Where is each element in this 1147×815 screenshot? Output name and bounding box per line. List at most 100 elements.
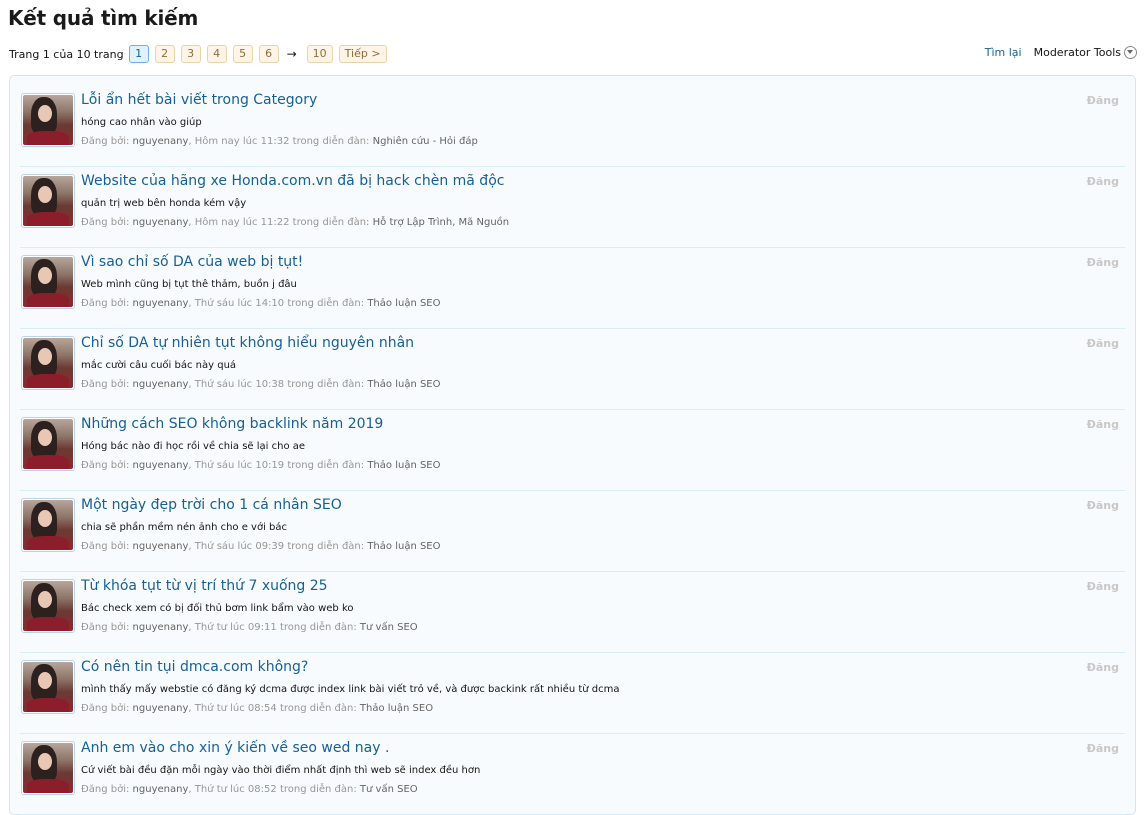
result-author-link[interactable]: nguyenany: [133, 541, 189, 552]
avatar-face: [38, 105, 52, 122]
moderator-tools-menu[interactable]: Moderator Tools: [1034, 46, 1137, 59]
search-result-item: Anh em vào cho xin ý kiến về seo wed nay…: [20, 734, 1125, 815]
page-link-1[interactable]: 1: [128, 45, 149, 63]
in-forum-label: trong diễn đàn:: [279, 622, 357, 633]
result-forum-link[interactable]: Thảo luận SEO: [367, 379, 440, 390]
posted-by-label: Đăng bởi:: [81, 217, 130, 228]
content-type-badge: Đăng: [1086, 499, 1119, 512]
result-forum-link[interactable]: Thảo luận SEO: [367, 460, 440, 471]
result-forum-link[interactable]: Tư vấn SEO: [360, 784, 418, 795]
result-meta: Đăng bởi: nguyenany, Thứ sáu lúc 09:39 t…: [81, 541, 441, 552]
avatar-clothing: [27, 617, 69, 631]
in-forum-label: trong diễn đàn:: [292, 136, 370, 147]
result-author-link[interactable]: nguyenany: [133, 622, 189, 633]
result-title-link[interactable]: Những cách SEO không backlink năm 2019: [81, 416, 383, 432]
result-time: , Thứ tư lúc 08:54: [188, 703, 277, 714]
result-author-link[interactable]: nguyenany: [133, 217, 189, 228]
page-link-3[interactable]: 3: [180, 45, 201, 63]
in-forum-label: trong diễn đàn:: [279, 703, 357, 714]
avatar-clothing: [27, 536, 69, 550]
next-page-button[interactable]: Tiếp >: [338, 45, 387, 63]
result-forum-link[interactable]: Tư vấn SEO: [360, 622, 418, 633]
avatar-clothing: [27, 779, 69, 793]
avatar-face: [38, 510, 52, 527]
find-again-link[interactable]: Tìm lại: [985, 46, 1022, 59]
result-author-link[interactable]: nguyenany: [133, 784, 189, 795]
result-title-link[interactable]: Một ngày đẹp trời cho 1 cá nhân SEO: [81, 497, 342, 513]
result-title-link[interactable]: Website của hãng xe Honda.com.vn đã bị h…: [81, 173, 504, 189]
result-snippet[interactable]: Bác check xem có bị đối thủ bơm link bẩm…: [81, 603, 354, 614]
result-snippet[interactable]: chia sẽ phần mềm nén ảnh cho e với bác: [81, 522, 287, 533]
avatar[interactable]: [21, 255, 75, 309]
result-meta: Đăng bởi: nguyenany, Thứ tư lúc 08:52 tr…: [81, 784, 418, 795]
avatar-image: [23, 581, 73, 631]
result-title-link[interactable]: Lỗi ẩn hết bài viết trong Category: [81, 92, 317, 108]
result-author-link[interactable]: nguyenany: [133, 136, 189, 147]
in-forum-label: trong diễn đàn:: [287, 298, 365, 309]
page-link-2[interactable]: 2: [154, 45, 175, 63]
search-results-panel: Lỗi ẩn hết bài viết trong Category hóng c…: [9, 75, 1136, 815]
avatar[interactable]: [21, 336, 75, 390]
result-snippet[interactable]: quản trị web bên honda kém vậy: [81, 198, 246, 209]
result-meta: Đăng bởi: nguyenany, Hôm nay lúc 11:22 t…: [81, 217, 509, 228]
result-snippet[interactable]: mình thấy mấy webstie có đăng ký dcma đư…: [81, 684, 620, 695]
avatar-clothing: [27, 131, 69, 145]
avatar[interactable]: [21, 660, 75, 714]
result-forum-link[interactable]: Nghiên cứu - Hỏi đáp: [373, 136, 478, 147]
result-meta: Đăng bởi: nguyenany, Thứ tư lúc 08:54 tr…: [81, 703, 433, 714]
result-snippet[interactable]: hóng cao nhân vào giúp: [81, 117, 202, 128]
avatar[interactable]: [21, 174, 75, 228]
content-type-badge: Đăng: [1086, 337, 1119, 350]
page-title: Kết quả tìm kiếm: [8, 6, 199, 30]
result-title-link[interactable]: Có nên tin tụi dmca.com không?: [81, 659, 308, 675]
in-forum-label: trong diễn đàn:: [292, 217, 370, 228]
avatar[interactable]: [21, 579, 75, 633]
result-author-link[interactable]: nguyenany: [133, 460, 189, 471]
result-title-link[interactable]: Chỉ số DA tự nhiên tụt không hiểu nguyên…: [81, 335, 414, 351]
posted-by-label: Đăng bởi:: [81, 460, 130, 471]
result-snippet[interactable]: mắc cười câu cuối bác này quá: [81, 360, 236, 371]
posted-by-label: Đăng bởi:: [81, 622, 130, 633]
avatar-image: [23, 176, 73, 226]
avatar-face: [38, 348, 52, 365]
result-time: , Hôm nay lúc 11:32: [188, 136, 290, 147]
result-author-link[interactable]: nguyenany: [133, 379, 189, 390]
result-snippet[interactable]: Web mình cũng bị tụt thê thảm, buồn j đâ…: [81, 279, 297, 290]
page-link-6[interactable]: 6: [258, 45, 279, 63]
result-title-link[interactable]: Vì sao chỉ số DA của web bị tụt!: [81, 254, 303, 270]
avatar-clothing: [27, 293, 69, 307]
pagination: Trang 1 của 10 trang 1 2 3 4 5 6 → 10 Ti…: [9, 45, 393, 63]
result-forum-link[interactable]: Hỗ trợ Lập Trình, Mã Nguồn: [373, 217, 510, 228]
avatar[interactable]: [21, 93, 75, 147]
in-forum-label: trong diễn đàn:: [287, 379, 365, 390]
content-type-badge: Đăng: [1086, 661, 1119, 674]
avatar-face: [38, 591, 52, 608]
content-type-badge: Đăng: [1086, 742, 1119, 755]
result-author-link[interactable]: nguyenany: [133, 703, 189, 714]
page-link-5[interactable]: 5: [232, 45, 253, 63]
result-author-link[interactable]: nguyenany: [133, 298, 189, 309]
avatar[interactable]: [21, 417, 75, 471]
in-forum-label: trong diễn đàn:: [279, 784, 357, 795]
search-result-item: Vì sao chỉ số DA của web bị tụt! Web mình…: [20, 248, 1125, 329]
result-time: , Thứ tư lúc 08:52: [188, 784, 277, 795]
page-link-4[interactable]: 4: [206, 45, 227, 63]
result-snippet[interactable]: Hóng bác nào đi học rồi về chia sẽ lại c…: [81, 441, 305, 452]
avatar-image: [23, 257, 73, 307]
avatar-image: [23, 419, 73, 469]
avatar-image: [23, 338, 73, 388]
pagination-label: Trang 1 của 10 trang: [9, 47, 124, 61]
result-forum-link[interactable]: Thảo luận SEO: [367, 541, 440, 552]
result-meta: Đăng bởi: nguyenany, Thứ sáu lúc 10:19 t…: [81, 460, 441, 471]
page-jump-arrow[interactable]: →: [285, 46, 299, 62]
avatar[interactable]: [21, 741, 75, 795]
result-forum-link[interactable]: Thảo luận SEO: [367, 298, 440, 309]
avatar[interactable]: [21, 498, 75, 552]
result-title-link[interactable]: Anh em vào cho xin ý kiến về seo wed nay…: [81, 740, 389, 756]
result-meta: Đăng bởi: nguyenany, Hôm nay lúc 11:32 t…: [81, 136, 478, 147]
result-snippet[interactable]: Cứ viết bài đều đặn mỗi ngày vào thời đi…: [81, 765, 480, 776]
page-link-last[interactable]: 10: [306, 45, 333, 63]
result-forum-link[interactable]: Thảo luận SEO: [360, 703, 433, 714]
result-title-link[interactable]: Từ khóa tụt từ vị trí thứ 7 xuống 25: [81, 578, 328, 594]
search-result-item: Website của hãng xe Honda.com.vn đã bị h…: [20, 167, 1125, 248]
